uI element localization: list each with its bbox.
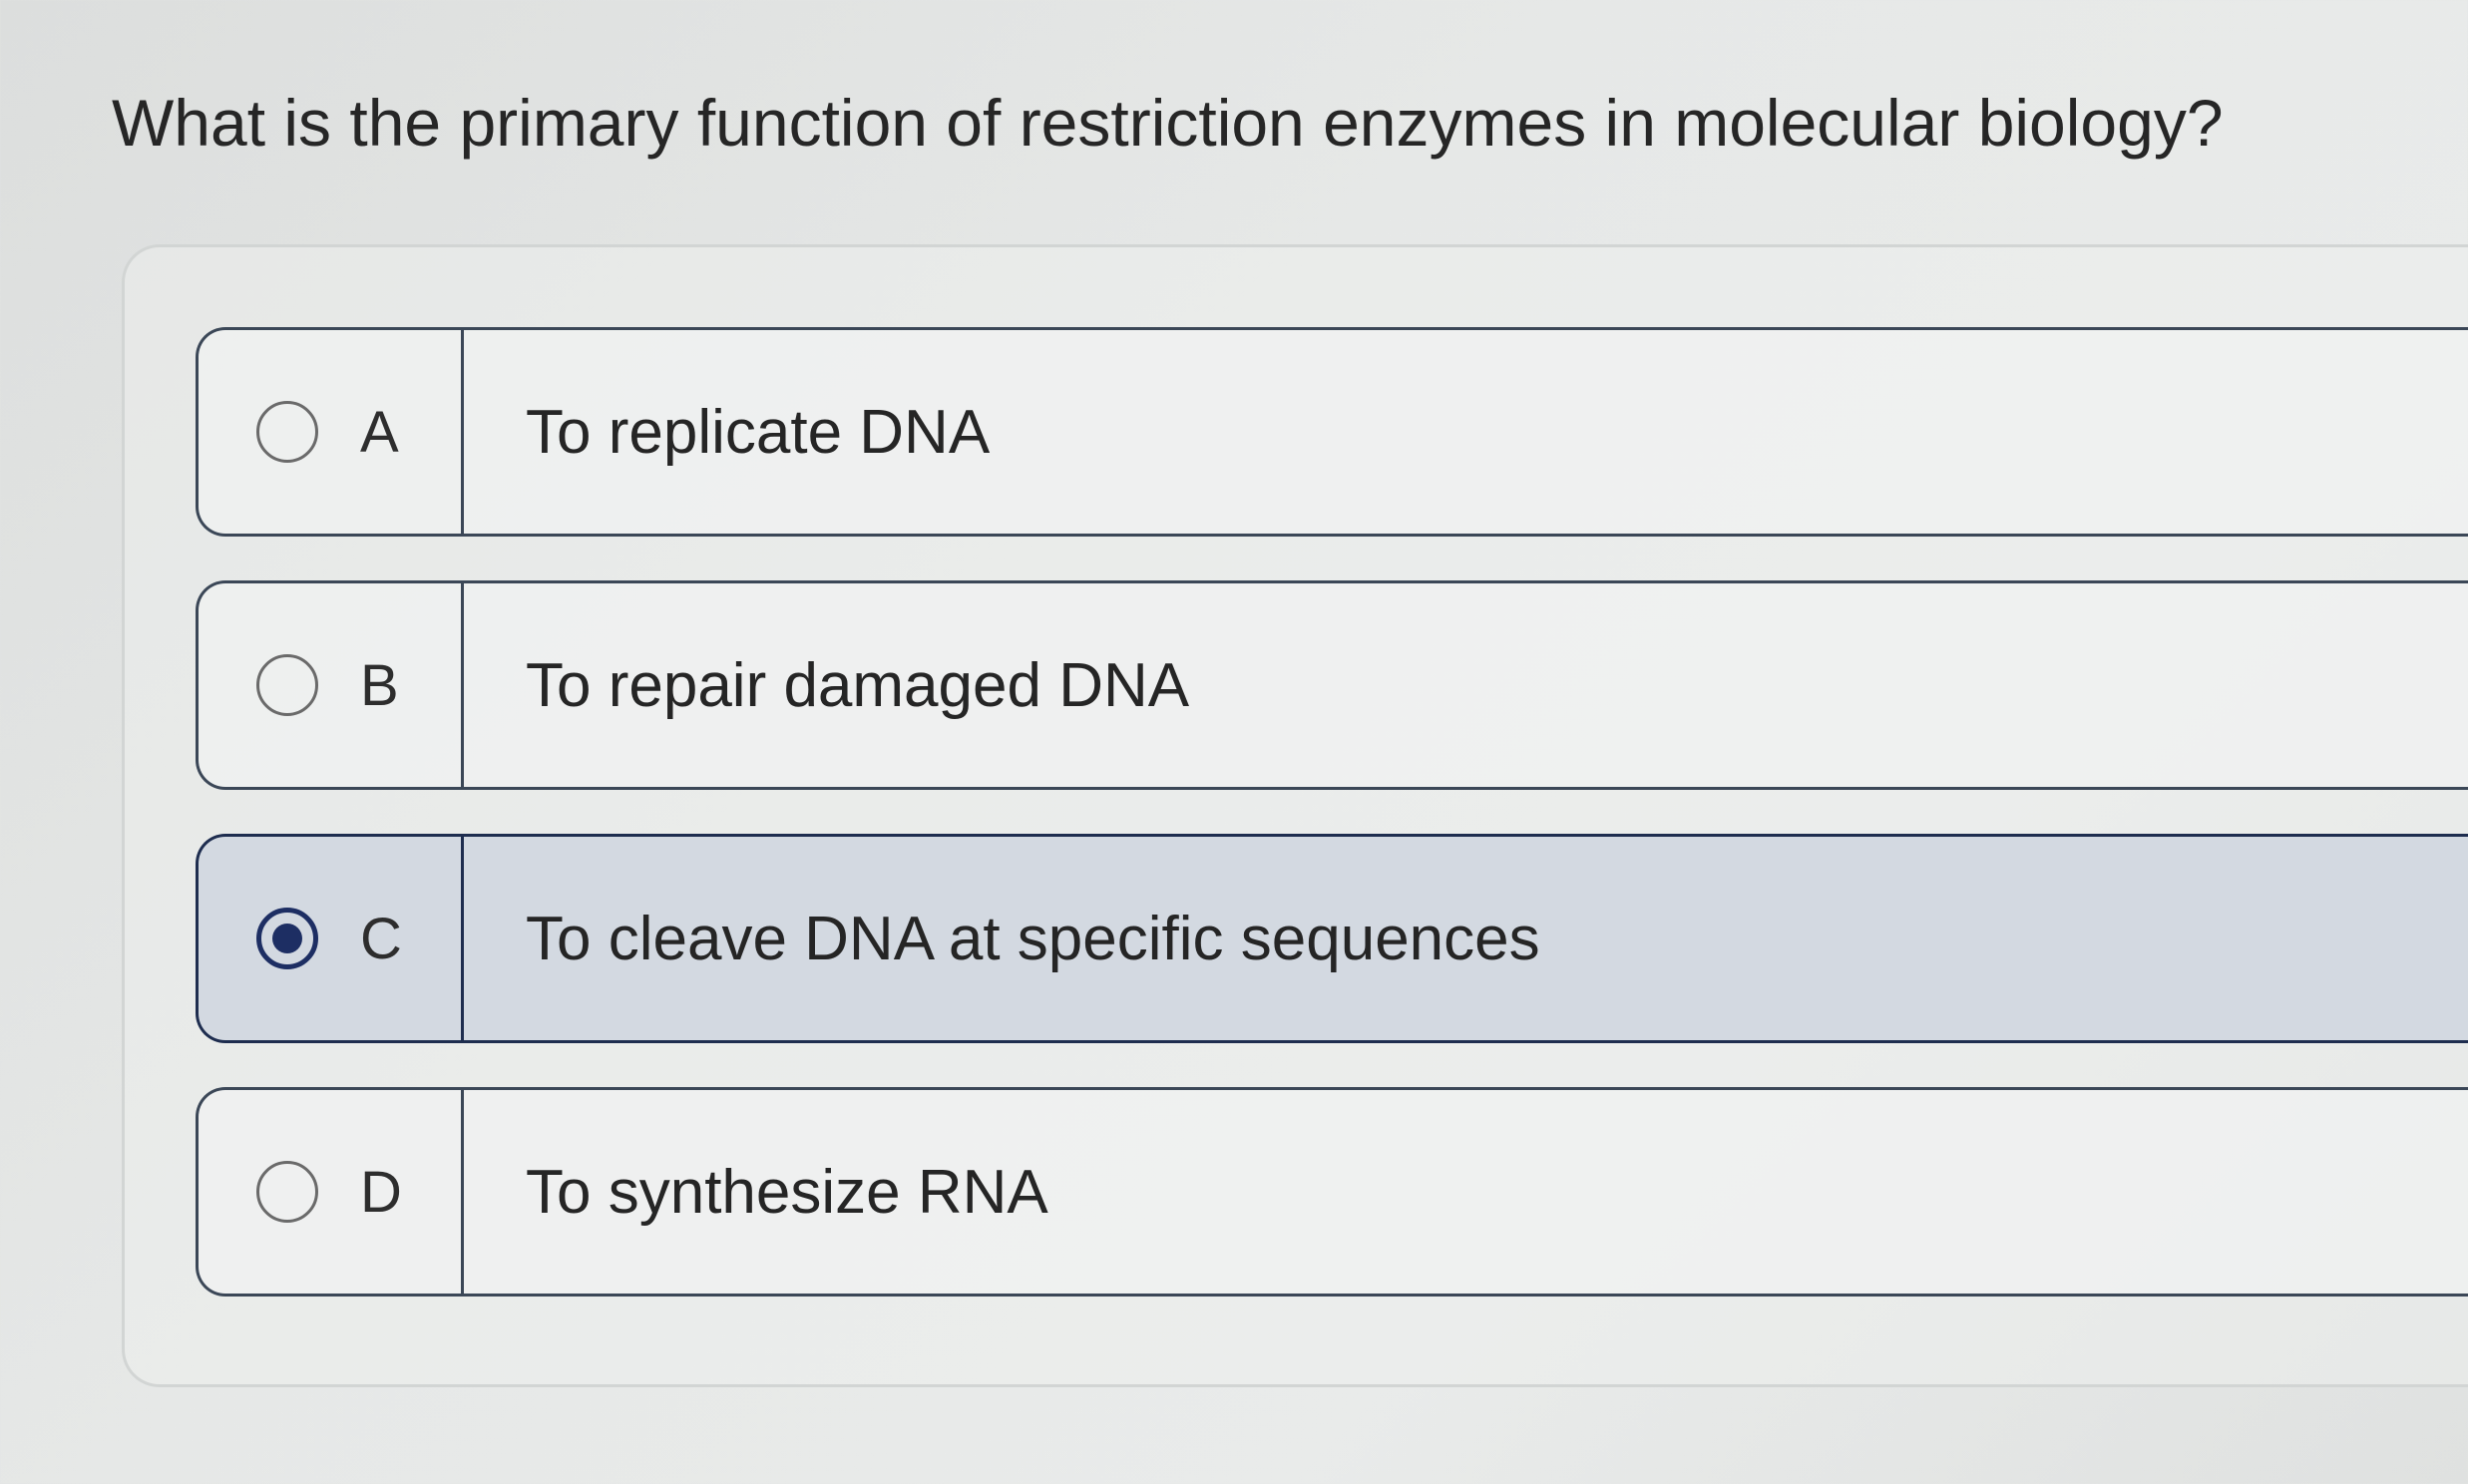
option-a-letter: A (360, 399, 399, 465)
option-b-text: To repair damaged DNA (526, 650, 1190, 720)
radio-button-d[interactable] (256, 1161, 318, 1223)
option-a-selector[interactable]: A (199, 330, 464, 534)
option-d[interactable]: D To synthesize RNA (196, 1087, 2468, 1297)
question-text: What is the primary function of restrict… (112, 86, 2224, 160)
option-a[interactable]: A To replicate DNA (196, 327, 2468, 537)
option-b[interactable]: B To repair damaged DNA (196, 580, 2468, 790)
radio-button-c-selected[interactable] (256, 908, 318, 969)
option-c-letter: C (360, 906, 402, 971)
radio-button-b[interactable] (256, 654, 318, 716)
option-d-selector[interactable]: D (199, 1090, 464, 1294)
option-b-selector[interactable]: B (199, 583, 464, 787)
option-b-letter: B (360, 652, 399, 718)
option-c-selector[interactable]: C (199, 837, 464, 1040)
option-d-text: To synthesize RNA (526, 1157, 1048, 1227)
option-c[interactable]: C To cleave DNA at specific sequences (196, 834, 2468, 1043)
radio-button-a[interactable] (256, 401, 318, 463)
option-a-text: To replicate DNA (526, 397, 991, 467)
option-c-text: To cleave DNA at specific sequences (526, 904, 1540, 973)
option-d-letter: D (360, 1159, 402, 1225)
